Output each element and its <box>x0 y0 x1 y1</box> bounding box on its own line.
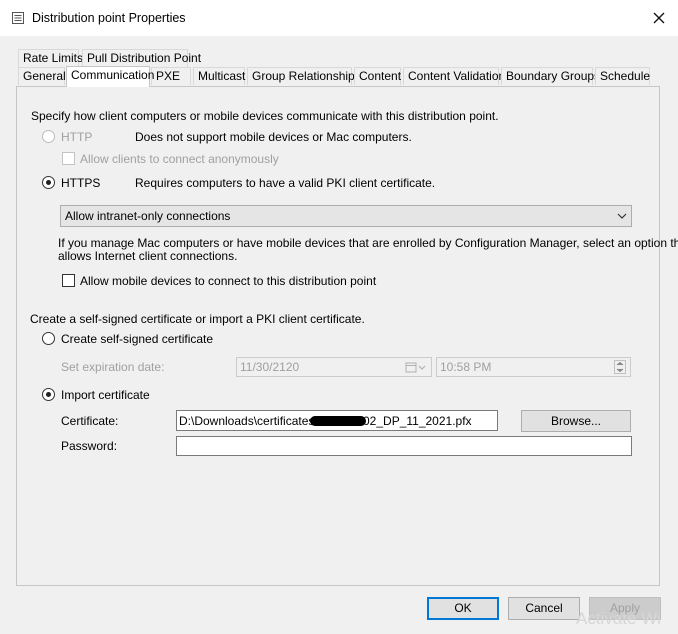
tab-content[interactable]: Content <box>354 67 401 85</box>
certificate-path-prefix: D:\Downloads\certificates\ <box>179 414 318 428</box>
chevron-down-icon <box>617 213 627 219</box>
browse-button[interactable]: Browse... <box>521 410 631 432</box>
allow-anonymous-label: Allow clients to connect anonymously <box>80 152 279 166</box>
tab-pxe[interactable]: PXE <box>151 67 191 85</box>
properties-window-icon <box>12 12 24 24</box>
tab-content-validation[interactable]: Content Validation <box>403 67 505 85</box>
expiration-date-picker: 11/30/2120 <box>236 357 432 377</box>
radio-selected-dot <box>46 392 51 397</box>
tab-general[interactable]: General <box>18 67 66 85</box>
password-label: Password: <box>61 439 118 453</box>
redacted-text <box>310 416 366 426</box>
tab-communication[interactable]: Communication <box>66 66 154 87</box>
certificate-intro: Create a self-signed certificate or impo… <box>30 312 365 326</box>
expiration-time-value: 10:58 PM <box>440 360 492 374</box>
time-spinner-icon <box>614 360 626 374</box>
https-description: Requires computers to have a valid PKI c… <box>135 176 436 190</box>
import-certificate-radio[interactable] <box>42 388 55 401</box>
tab-rate-limits[interactable]: Rate Limits <box>18 49 83 67</box>
close-button[interactable] <box>646 6 672 30</box>
expiration-label: Set expiration date: <box>61 360 165 374</box>
expiration-date-value: 11/30/2120 <box>240 360 300 374</box>
window-title: Distribution point Properties <box>32 11 186 25</box>
tab-multicast[interactable]: Multicast <box>193 67 245 85</box>
import-certificate-label[interactable]: Import certificate <box>61 388 150 402</box>
tab-boundary-groups[interactable]: Boundary Groups <box>501 67 600 85</box>
certificate-path-input[interactable]: D:\Downloads\certificates\ 02_DP_11_2021… <box>176 410 498 431</box>
http-description: Does not support mobile devices or Mac c… <box>135 130 412 144</box>
mac-note-line2: allows Internet client connections. <box>58 249 238 263</box>
tab-group-relationships[interactable]: Group Relationships <box>247 67 361 85</box>
connection-type-value: Allow intranet-only connections <box>65 209 231 223</box>
allow-mobile-checkbox[interactable] <box>62 274 75 287</box>
ok-button[interactable]: OK <box>427 597 499 620</box>
password-input[interactable] <box>176 436 632 456</box>
http-radio <box>42 130 55 143</box>
communication-intro: Specify how client computers or mobile d… <box>31 109 499 123</box>
certificate-label: Certificate: <box>61 414 119 428</box>
calendar-dropdown-icon <box>405 362 426 373</box>
https-label[interactable]: HTTPS <box>61 176 100 190</box>
close-icon <box>653 12 665 24</box>
radio-selected-dot <box>46 180 51 185</box>
http-label: HTTP <box>61 130 93 144</box>
connection-type-dropdown[interactable]: Allow intranet-only connections <box>60 205 632 227</box>
https-radio[interactable] <box>42 176 55 189</box>
self-signed-radio[interactable] <box>42 332 55 345</box>
allow-mobile-label[interactable]: Allow mobile devices to connect to this … <box>80 274 376 288</box>
self-signed-label[interactable]: Create self-signed certificate <box>61 332 213 346</box>
activate-windows-watermark: Activate Wi <box>576 609 662 628</box>
cancel-button[interactable]: Cancel <box>508 597 580 620</box>
tab-schedule[interactable]: Schedule <box>595 67 650 85</box>
allow-anonymous-checkbox <box>62 152 75 165</box>
certificate-path-suffix: 02_DP_11_2021.pfx <box>363 414 472 428</box>
tab-pull-distribution-point[interactable]: Pull Distribution Point <box>82 49 201 67</box>
mac-note-line1: If you manage Mac computers or have mobi… <box>58 236 678 250</box>
expiration-time-picker: 10:58 PM <box>436 357 631 377</box>
